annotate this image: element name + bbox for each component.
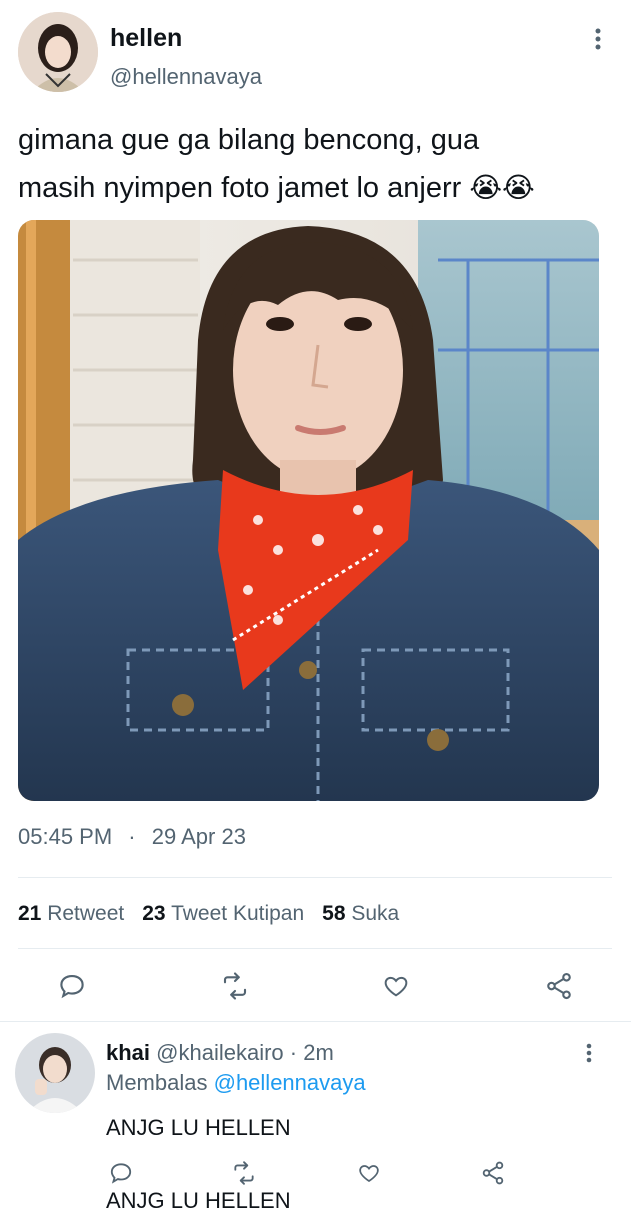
- tweet-stats: 21 Retweet 23 Tweet Kutipan 58 Suka: [18, 902, 399, 926]
- tweet-date: 29 Apr 23: [151, 824, 246, 849]
- share-icon[interactable]: [539, 968, 579, 1004]
- reply-share-icon[interactable]: [476, 1158, 510, 1188]
- divider-1: [18, 877, 612, 878]
- tweet-timestamp[interactable]: 05:45 PM · 29 Apr 23: [18, 824, 246, 850]
- cut-off-reply-text: ANJG LU HELLEN: [106, 1188, 291, 1213]
- divider-3: [0, 1021, 631, 1022]
- replying-to-handle[interactable]: @hellennavaya: [214, 1070, 366, 1095]
- likes-label: Suka: [351, 902, 400, 925]
- reply-author-avatar[interactable]: [15, 1033, 95, 1113]
- replying-prefix: Membalas: [106, 1070, 208, 1095]
- quotes-label: Tweet Kutipan: [171, 902, 305, 925]
- reply-separator: ·: [289, 1040, 298, 1065]
- retweets-count: 21: [18, 902, 42, 925]
- divider-2: [18, 948, 612, 949]
- author-handle[interactable]: @hellennavaya: [110, 64, 262, 90]
- reply-time: 2m: [303, 1040, 334, 1065]
- likes-stat[interactable]: 58 Suka: [322, 902, 399, 926]
- retweets-stat[interactable]: 21 Retweet: [18, 902, 124, 926]
- reply-retweet-icon[interactable]: [227, 1158, 261, 1188]
- reply-text: ANJG LU HELLEN: [106, 1115, 291, 1140]
- author-avatar[interactable]: [18, 12, 98, 92]
- quotes-count: 23: [142, 902, 166, 925]
- reply-header: khai @khailekairo · 2m: [106, 1040, 334, 1066]
- retweet-icon[interactable]: [215, 968, 255, 1004]
- author-name[interactable]: hellen: [110, 24, 182, 53]
- more-options-icon[interactable]: [584, 24, 612, 54]
- replying-to: Membalas @hellennavaya: [106, 1070, 366, 1096]
- reply-icon[interactable]: [52, 968, 92, 1004]
- tweet-text-line-2: masih nyimpen foto jamet lo anjerr 😭😭: [18, 164, 618, 212]
- quotes-stat[interactable]: 23 Tweet Kutipan: [142, 902, 304, 926]
- reply-author-name[interactable]: khai: [106, 1040, 150, 1065]
- reply-reply-icon[interactable]: [104, 1158, 138, 1188]
- like-icon[interactable]: [376, 968, 416, 1004]
- likes-count: 58: [322, 902, 346, 925]
- timestamp-separator: ·: [128, 824, 136, 849]
- tweet-photo[interactable]: [18, 220, 599, 801]
- tweet-text: gimana gue ga bilang bencong, gua masih …: [18, 116, 618, 212]
- tweet-text-line-2-words: masih nyimpen foto jamet lo anjerr: [18, 172, 462, 204]
- retweets-label: Retweet: [47, 902, 125, 925]
- tweet-text-line-1: gimana gue ga bilang bencong, gua: [18, 124, 480, 156]
- tweet-time: 05:45 PM: [18, 824, 113, 849]
- reply-like-icon[interactable]: [352, 1158, 386, 1188]
- crying-emoji: 😭😭: [469, 172, 535, 203]
- reply-more-options-icon[interactable]: [576, 1040, 602, 1066]
- reply-author-handle[interactable]: @khailekairo: [156, 1040, 284, 1065]
